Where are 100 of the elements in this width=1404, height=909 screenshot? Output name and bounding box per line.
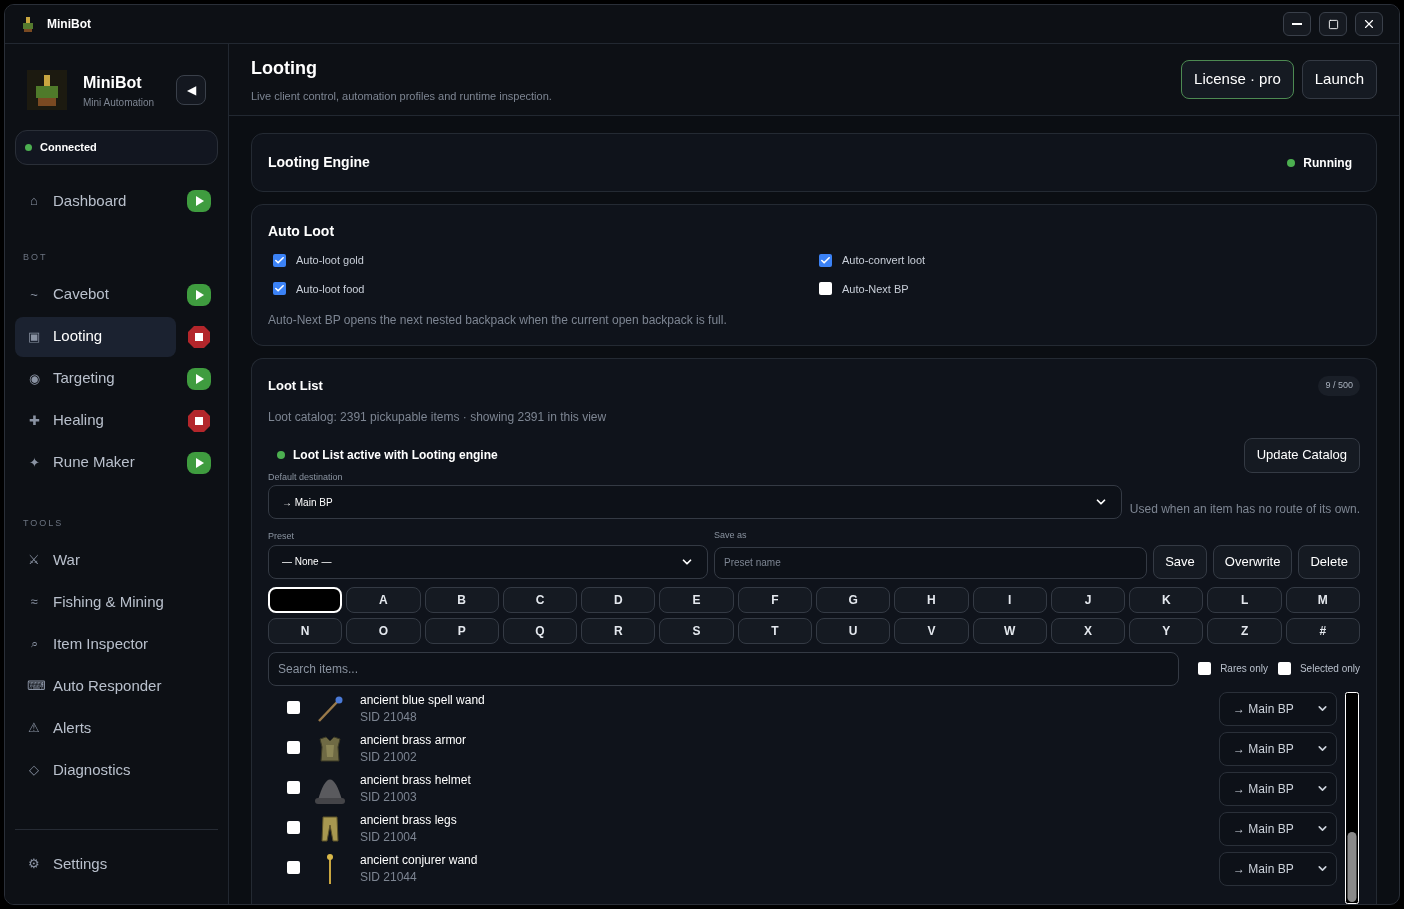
minimize-button[interactable] [1283, 12, 1311, 36]
letter-button[interactable]: V [894, 617, 969, 644]
engine-status: Running [1303, 154, 1352, 172]
status-label: Connected [40, 140, 97, 156]
window-title: MiniBot [47, 16, 91, 33]
letter-button[interactable]: F [737, 586, 812, 613]
destination-select[interactable]: → Main BP [1219, 851, 1337, 886]
checkbox[interactable] [287, 820, 300, 834]
checkbox[interactable] [287, 780, 300, 794]
letter-button[interactable]: R [581, 617, 656, 644]
checkbox[interactable] [287, 740, 300, 754]
letter-button[interactable]: J [1050, 586, 1126, 613]
letter-button[interactable]: X [1050, 617, 1126, 644]
preset-button[interactable]: Delete [1298, 544, 1360, 579]
letter-button[interactable]: O [346, 617, 421, 644]
license-button[interactable]: License · pro [1181, 60, 1294, 99]
nav-item[interactable]: ⚙ Settings [15, 844, 176, 884]
field-label: Save as [714, 529, 748, 542]
item-sid: SID 21003 [360, 788, 418, 806]
section-heading: BOT [22, 251, 49, 264]
play-icon[interactable] [187, 451, 211, 474]
letter-button[interactable]: D [581, 586, 656, 613]
catalog-summary: Loot catalog: 2391 pickupable items · showing 2391 in this view [268, 408, 608, 426]
stop-icon[interactable] [187, 408, 211, 433]
checkbox[interactable] [819, 253, 832, 267]
nav-item[interactable]: ⌂ Dashboard [15, 181, 176, 221]
letter-button[interactable]: C [502, 586, 578, 613]
page-title: Looting [251, 56, 318, 80]
letter-button[interactable]: L [1207, 586, 1282, 613]
item-name: ancient brass helmet [360, 771, 471, 789]
field-label: Default destination [268, 470, 344, 484]
destination-select[interactable]: → Main BP [1219, 731, 1337, 766]
letter-button[interactable]: S [659, 617, 734, 644]
checkbox[interactable] [287, 700, 300, 714]
letter-button[interactable]: N [268, 617, 343, 644]
section-heading: TOOLS [22, 516, 65, 530]
letter-button[interactable]: H [894, 586, 969, 613]
letter-button[interactable]: W [972, 617, 1047, 644]
option-label: Auto-loot gold [296, 253, 364, 268]
nav-item[interactable]: ✚ Healing [15, 400, 176, 441]
nav-item[interactable]: ▣ Looting [15, 316, 176, 357]
nav-item[interactable]: ⚔ War [15, 540, 176, 580]
close-button[interactable] [1355, 12, 1383, 36]
nav-item[interactable]: ◇ Diagnostics [15, 750, 176, 790]
checkbox[interactable] [287, 860, 300, 874]
destination-select[interactable]: → Main BP [1219, 691, 1337, 726]
letter-button[interactable]: G [816, 586, 891, 613]
checkbox[interactable] [1198, 662, 1212, 675]
item-name: ancient conjurer wand [360, 851, 478, 869]
checkbox[interactable] [273, 282, 286, 296]
page-subtitle: Live client control, automation profiles and runtime inspection. [251, 88, 552, 104]
collapse-button[interactable]: ◀ [176, 75, 206, 105]
play-icon[interactable] [187, 367, 211, 390]
letter-button[interactable]: Z [1207, 617, 1282, 644]
maximize-button[interactable] [1319, 12, 1347, 36]
letter-button[interactable]: # [1285, 617, 1360, 644]
nav-item[interactable]: ⚠ Alerts [15, 708, 176, 748]
letter-button[interactable]: T [737, 617, 812, 644]
option-label: Auto-loot food [296, 281, 365, 297]
letter-button[interactable]: Q [502, 617, 578, 644]
option-label: Auto-Next BP [842, 281, 909, 297]
item-name: ancient brass armor [360, 731, 467, 749]
item-sid: SID 21048 [360, 708, 418, 726]
letter-button[interactable]: E [659, 586, 734, 613]
filter-label: Rares only [1220, 662, 1268, 676]
all-letters-button[interactable] [268, 586, 343, 613]
preset-name-field[interactable]: Preset name [714, 546, 1148, 579]
letter-button[interactable]: B [424, 586, 499, 613]
nav-item[interactable]: ≈ Fishing & Mining [15, 582, 176, 622]
nav-item[interactable]: ~ Cavebot [15, 274, 176, 315]
close-icon [1362, 17, 1376, 31]
nav-item[interactable]: ✦ Rune Maker [15, 442, 176, 483]
play-icon[interactable] [187, 190, 211, 212]
option-label: Auto-convert loot [842, 253, 926, 268]
checkbox[interactable] [819, 282, 832, 296]
letter-button[interactable]: Y [1129, 617, 1204, 644]
minimize-icon [1292, 23, 1302, 25]
preset-button[interactable]: Save [1153, 544, 1207, 579]
nav-item[interactable]: ⌨ Auto Responder [15, 666, 176, 706]
letter-button[interactable]: I [972, 586, 1047, 613]
preset-button[interactable]: Overwrite [1212, 544, 1293, 579]
preset-select[interactable]: — None — [268, 544, 708, 579]
nav-item[interactable]: ⌕ Item Inspector [15, 624, 176, 664]
scrollbar[interactable] [1345, 691, 1360, 904]
destination-select[interactable]: → Main BP [1219, 771, 1337, 806]
letter-button[interactable]: U [816, 617, 891, 644]
launch-button[interactable]: Launch [1301, 60, 1377, 99]
destination-select[interactable]: → Main BP [268, 485, 1122, 519]
letter-button[interactable]: P [424, 617, 499, 644]
nav-item[interactable]: ◉ Targeting [15, 358, 176, 399]
destination-select[interactable]: → Main BP [1219, 811, 1337, 846]
update-catalog-button[interactable]: Update Catalog [1243, 437, 1360, 473]
letter-button[interactable]: A [346, 586, 421, 613]
stop-icon[interactable] [187, 324, 211, 349]
search-field[interactable]: Search items... [268, 651, 1179, 686]
checkbox[interactable] [1277, 662, 1291, 675]
letter-button[interactable]: M [1285, 586, 1360, 613]
play-icon[interactable] [187, 283, 211, 306]
checkbox[interactable] [273, 253, 286, 267]
letter-button[interactable]: K [1129, 586, 1204, 613]
